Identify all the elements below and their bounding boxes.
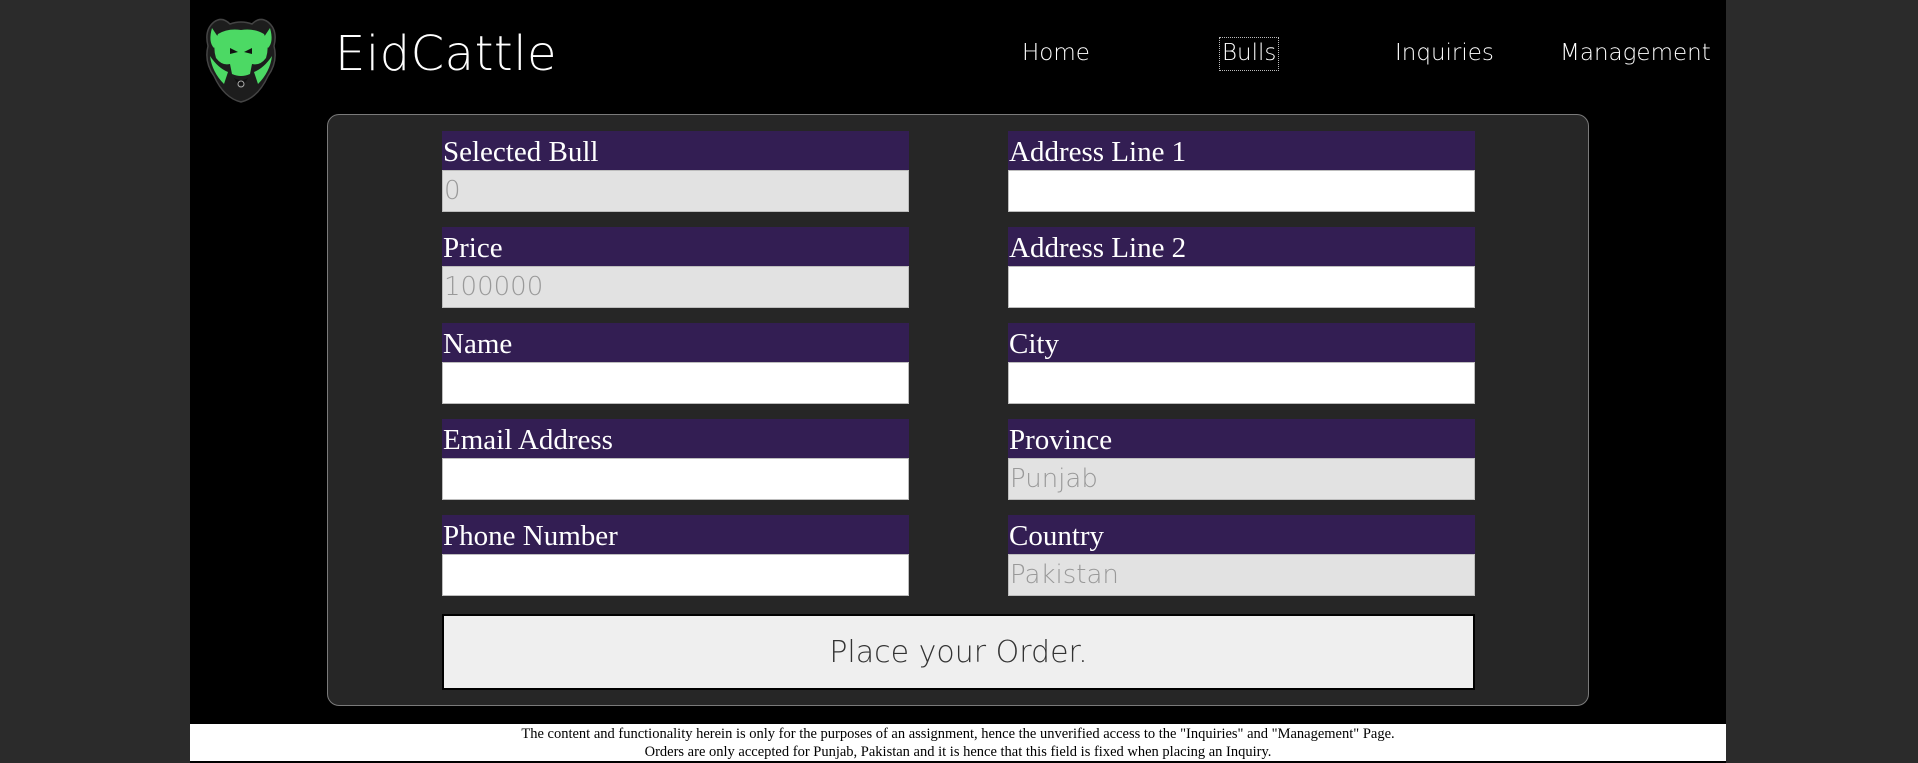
price-field: Price	[442, 227, 909, 308]
email-field: Email Address	[442, 419, 909, 500]
bull-head-icon[interactable]	[200, 12, 282, 104]
name-field: Name	[442, 323, 909, 404]
city-input[interactable]	[1008, 362, 1475, 404]
price-input[interactable]	[442, 266, 909, 308]
email-input[interactable]	[442, 458, 909, 500]
province-input[interactable]	[1008, 458, 1475, 500]
phone-input[interactable]	[442, 554, 909, 596]
address-line-1-label: Address Line 1	[1008, 131, 1475, 170]
name-label: Name	[442, 323, 909, 362]
province-label: Province	[1008, 419, 1475, 458]
selected-bull-field: Selected Bull	[442, 131, 909, 212]
selected-bull-label: Selected Bull	[442, 131, 909, 170]
address-line-2-input[interactable]	[1008, 266, 1475, 308]
header: EidCattle Home Bulls Inquiries Managemen…	[190, 0, 1726, 113]
country-label: Country	[1008, 515, 1475, 554]
price-label: Price	[442, 227, 909, 266]
country-field: Country	[1008, 515, 1475, 596]
page: EidCattle Home Bulls Inquiries Managemen…	[190, 0, 1726, 763]
order-form: Selected Bull Price Name Email Address P…	[327, 114, 1589, 706]
nav-bulls[interactable]: Bulls	[1218, 37, 1280, 71]
country-input[interactable]	[1008, 554, 1475, 596]
address-line-1-input[interactable]	[1008, 170, 1475, 212]
footer-disclaimer: The content and functionality herein is …	[190, 724, 1726, 761]
city-field: City	[1008, 323, 1475, 404]
brand-title[interactable]: EidCattle	[335, 26, 557, 82]
selected-bull-input[interactable]	[442, 170, 909, 212]
phone-label: Phone Number	[442, 515, 909, 554]
footer-line-1: The content and functionality herein is …	[521, 726, 1395, 742]
nav-management[interactable]: Management	[1560, 38, 1711, 70]
nav-home[interactable]: Home	[1022, 38, 1090, 70]
address-line-2-label: Address Line 2	[1008, 227, 1475, 266]
nav-inquiries[interactable]: Inquiries	[1395, 38, 1494, 70]
footer-line-2: Orders are only accepted for Punjab, Pak…	[644, 744, 1272, 760]
city-label: City	[1008, 323, 1475, 362]
email-label: Email Address	[442, 419, 909, 458]
place-order-button[interactable]: Place your Order.	[442, 614, 1475, 690]
name-input[interactable]	[442, 362, 909, 404]
address-line-2-field: Address Line 2	[1008, 227, 1475, 308]
province-field: Province	[1008, 419, 1475, 500]
address-line-1-field: Address Line 1	[1008, 131, 1475, 212]
phone-field: Phone Number	[442, 515, 909, 596]
